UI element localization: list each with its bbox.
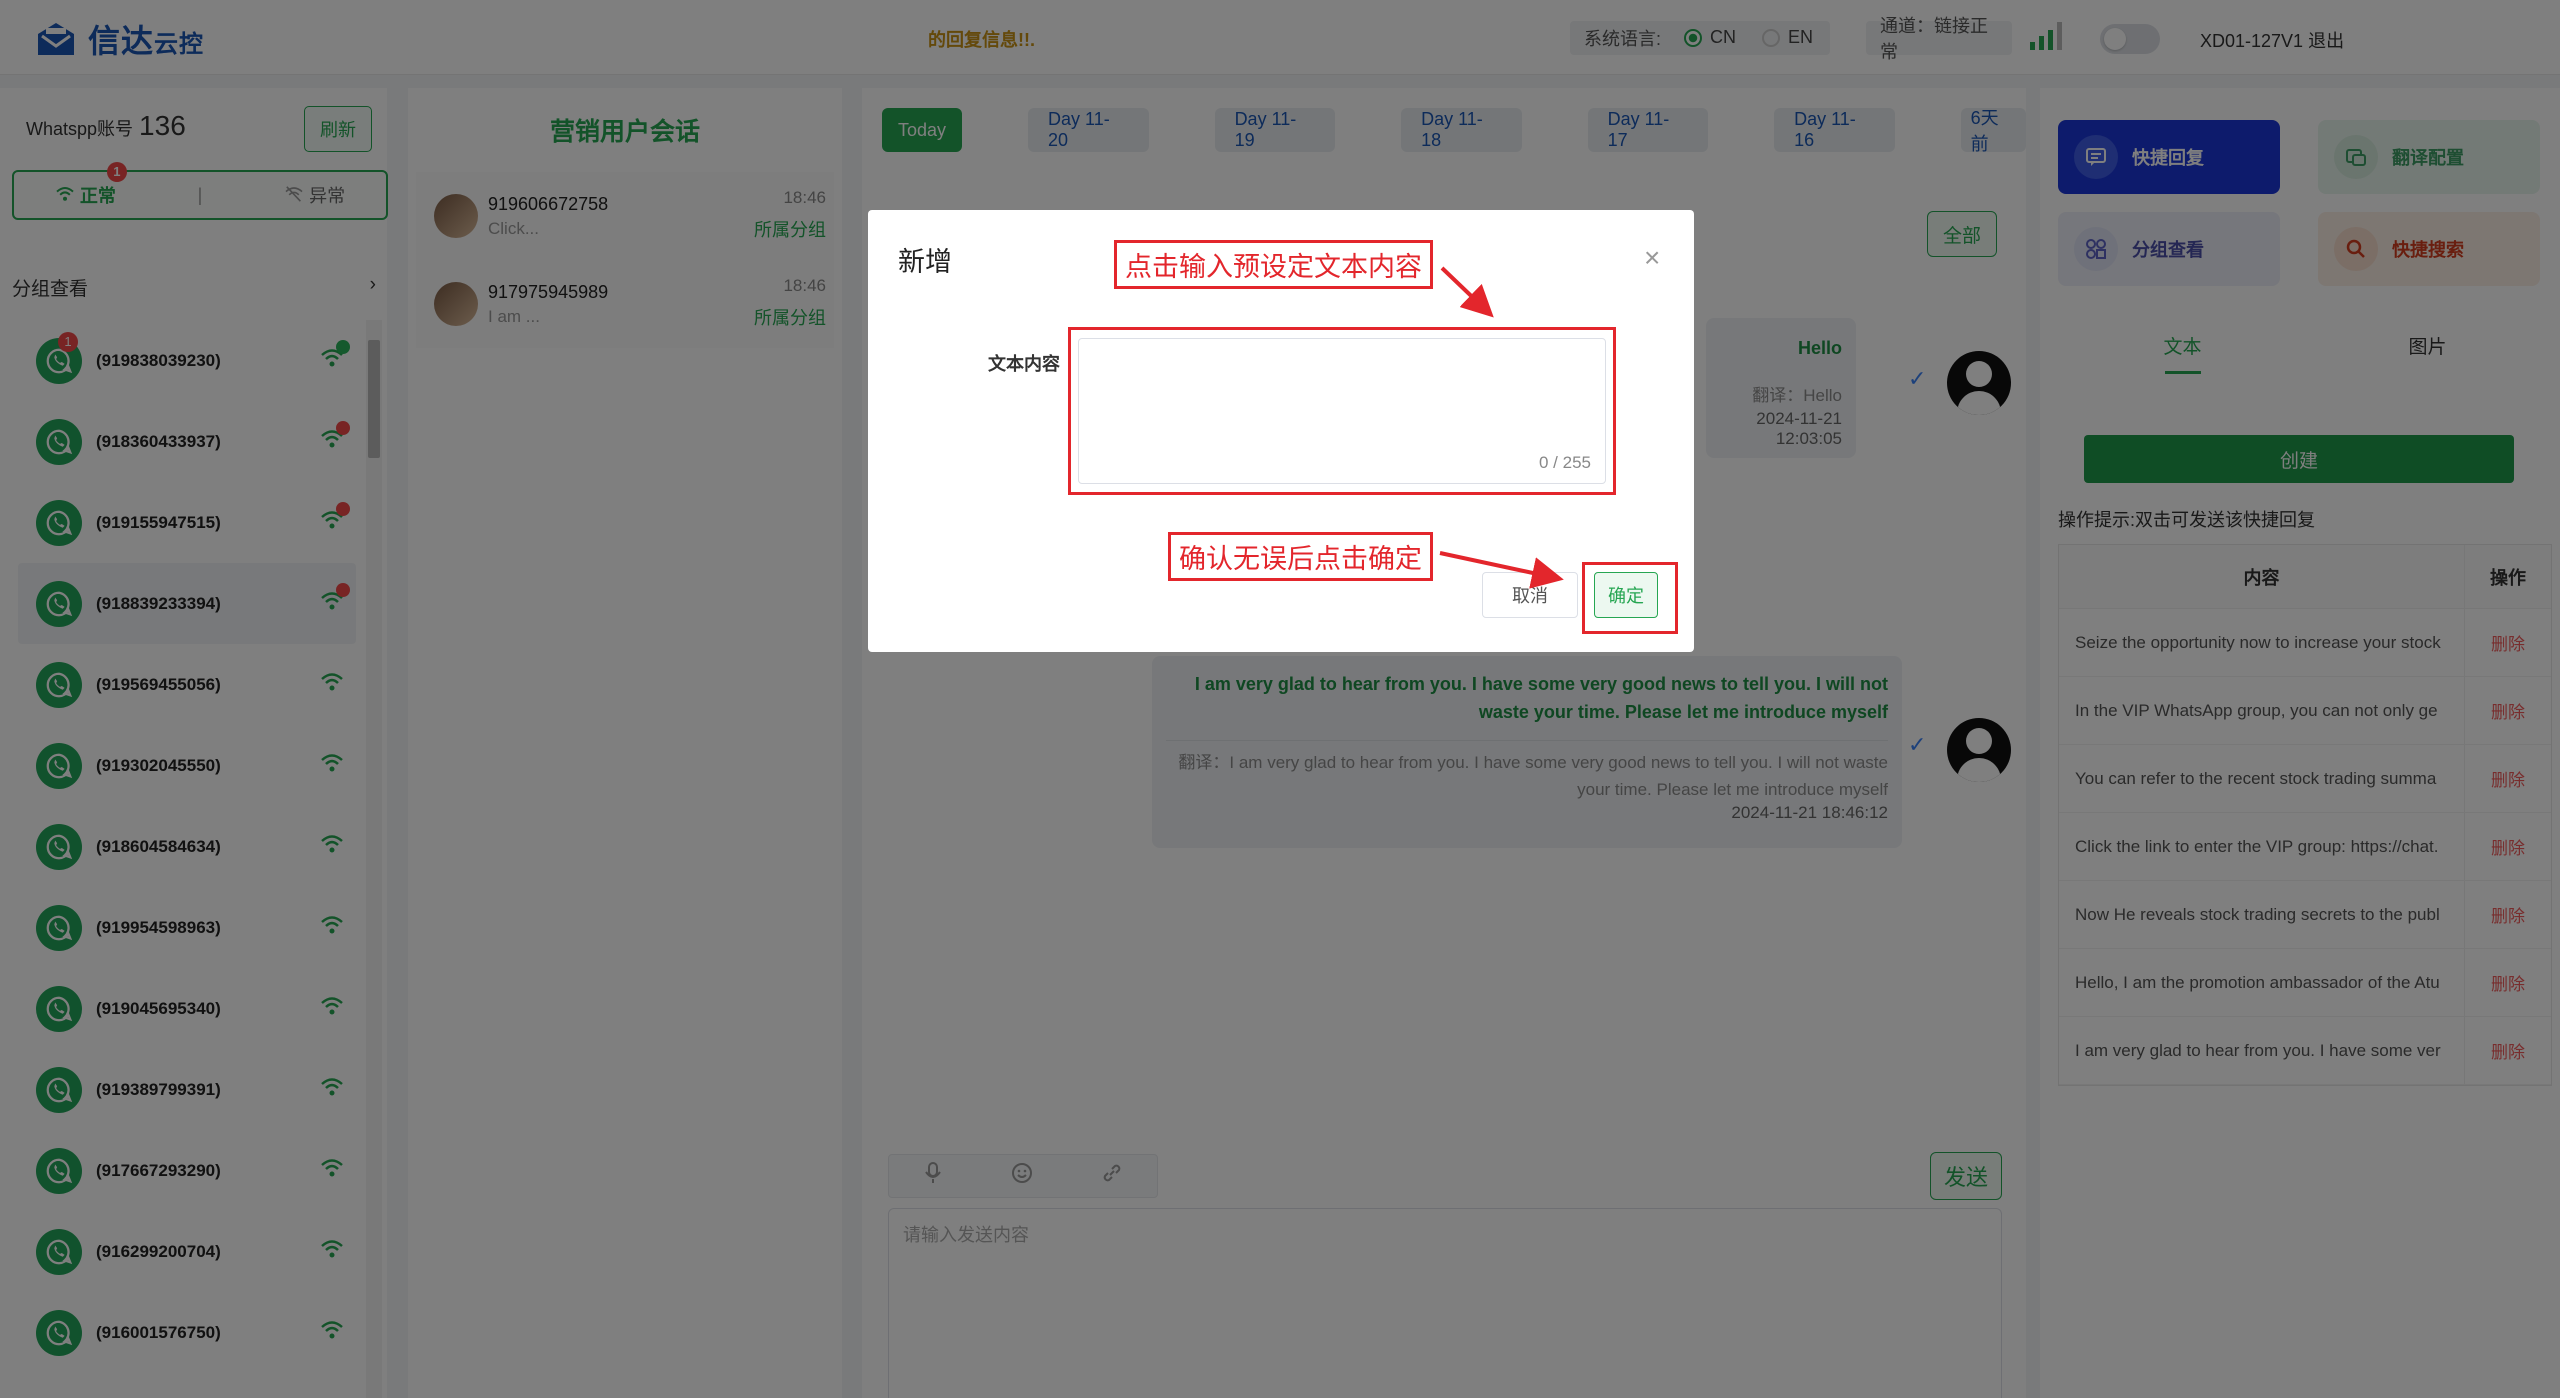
annotation-highlight-confirm [1582, 562, 1678, 634]
close-icon[interactable]: × [1644, 244, 1660, 272]
annotation-label-confirm: 确认无误后点击确定 [1168, 532, 1433, 581]
add-modal: 新增 × 文本内容 0 / 255 取消 确定 点击输入预设定文本内容 确认无误… [868, 210, 1694, 652]
modal-title: 新增 [898, 247, 952, 277]
text-content-label: 文本内容 [988, 354, 1060, 374]
annotation-highlight-input [1068, 327, 1616, 495]
annotation-label-input: 点击输入预设定文本内容 [1114, 240, 1433, 289]
cancel-button[interactable]: 取消 [1482, 572, 1578, 618]
